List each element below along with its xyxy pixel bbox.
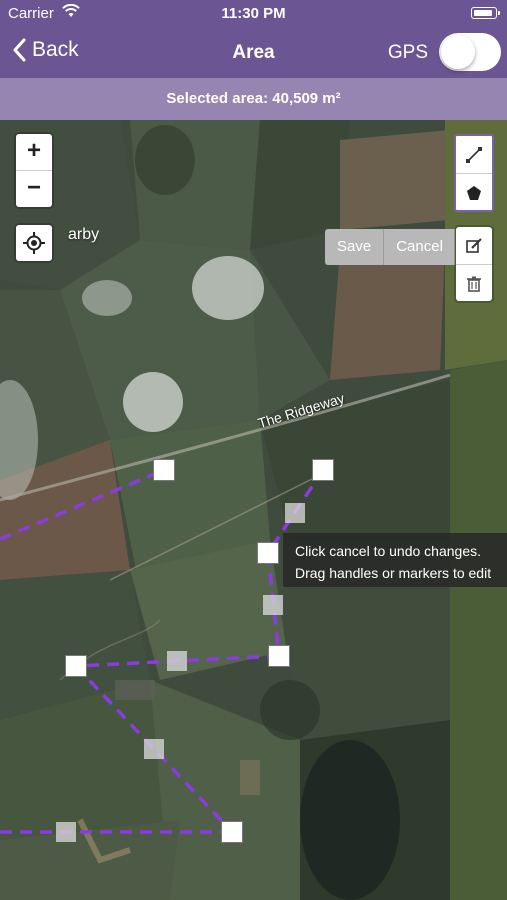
tooltip-line-2: Drag handles or markers to edit <box>295 565 492 581</box>
selected-area-banner: Selected area: 40,509 m² <box>0 78 507 120</box>
pentagon-icon <box>467 185 481 200</box>
delete-layers-button[interactable] <box>456 265 492 302</box>
gps-toggle[interactable] <box>439 33 501 71</box>
locate-button[interactable] <box>16 225 52 261</box>
tooltip-line-1: Click cancel to undo changes. <box>295 543 481 559</box>
page-title: Area <box>232 42 275 63</box>
battery-icon <box>471 7 500 19</box>
draw-toolbar <box>454 134 494 212</box>
trash-icon <box>467 276 481 292</box>
zoom-in-button[interactable]: + <box>16 134 52 170</box>
nav-bar: Back Area GPS <box>0 28 507 78</box>
polygon-vertex-handle[interactable] <box>257 542 279 564</box>
polygon-midpoint-marker[interactable] <box>144 739 164 759</box>
zoom-control: + − <box>16 134 52 207</box>
gps-label: GPS <box>387 42 428 63</box>
draw-polygon-button[interactable] <box>456 174 492 211</box>
polygon-midpoint-marker[interactable] <box>285 503 305 523</box>
edit-toolbar <box>456 227 492 301</box>
save-button[interactable]: Save <box>325 229 383 265</box>
polygon-vertex-handle[interactable] <box>312 459 334 481</box>
edit-icon <box>466 237 482 253</box>
polygon-vertex-handle[interactable] <box>221 821 243 843</box>
cancel-button[interactable]: Cancel <box>384 229 455 265</box>
polyline-icon <box>466 146 482 163</box>
draw-polyline-button[interactable] <box>456 136 492 173</box>
polygon-midpoint-marker[interactable] <box>56 822 76 842</box>
toggle-knob <box>441 35 475 69</box>
edit-actions: Save Cancel <box>325 229 455 265</box>
edit-tooltip: Click cancel to undo changes. Drag handl… <box>283 533 507 587</box>
clock: 11:30 PM <box>221 5 286 22</box>
polygon-midpoint-marker[interactable] <box>263 595 283 615</box>
place-label: arby <box>68 226 100 243</box>
zoom-out-button[interactable]: − <box>16 171 52 207</box>
polygon-vertex-handle[interactable] <box>65 655 87 677</box>
status-bar: Carrier 11:30 PM <box>0 0 507 28</box>
polygon-vertex-handle[interactable] <box>153 459 175 481</box>
crosshair-icon <box>23 232 45 254</box>
polygon-vertex-handle[interactable] <box>268 645 290 667</box>
polygon-midpoint-marker[interactable] <box>167 651 187 671</box>
edit-layers-button[interactable] <box>456 227 492 264</box>
map-view[interactable]: arby The Ridgeway + − Save Cancel Click … <box>0 120 507 900</box>
